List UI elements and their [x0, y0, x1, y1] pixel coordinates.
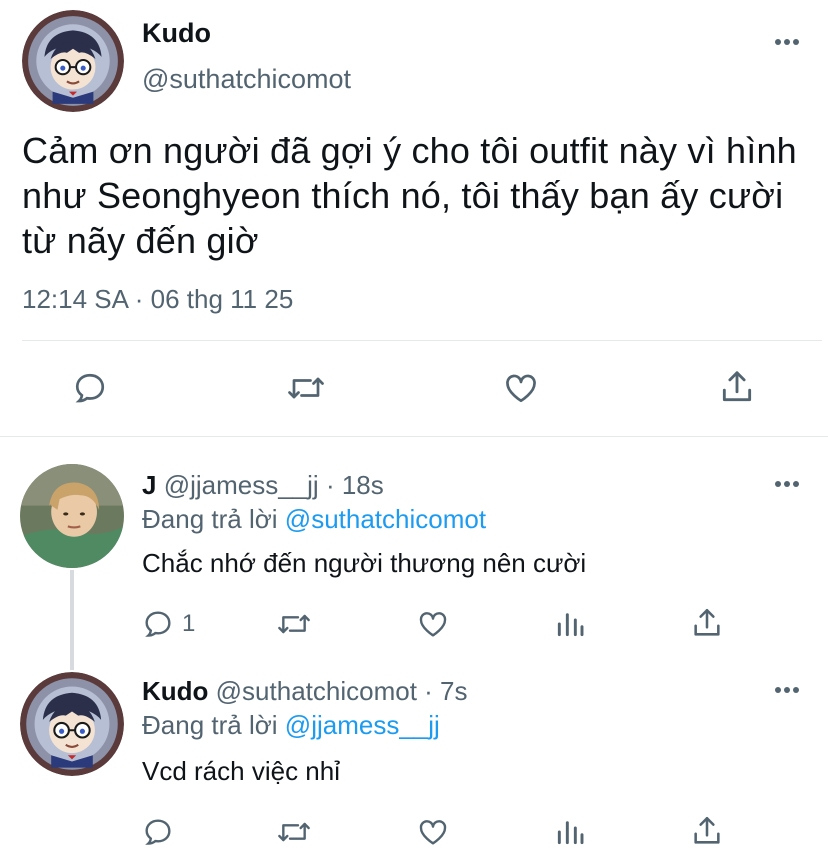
reply-time: · 18s	[325, 470, 384, 500]
author-name[interactable]: Kudo	[142, 18, 211, 49]
analytics-button[interactable]	[554, 608, 586, 640]
avatar-image	[20, 464, 124, 568]
retweet-button[interactable]	[276, 608, 312, 640]
avatar[interactable]	[20, 464, 124, 568]
author-name[interactable]: Kudo	[142, 676, 208, 706]
reply-count: 1	[182, 610, 196, 637]
author-name[interactable]: J	[142, 470, 156, 500]
reply-time: · 7s	[424, 676, 468, 706]
mention-link[interactable]: @jjamess__jj	[285, 710, 440, 740]
speech-bubble-icon	[145, 819, 171, 845]
replying-to: Đang trả lời @suthatchicomot	[142, 504, 486, 535]
avatar[interactable]	[22, 10, 124, 112]
speech-bubble-icon	[75, 373, 105, 403]
reply-button[interactable]	[142, 816, 174, 848]
share-button[interactable]	[690, 814, 724, 848]
heart-icon	[419, 612, 447, 637]
author-handle[interactable]: @jjamess__jj	[164, 470, 319, 500]
share-icon	[722, 371, 752, 402]
like-button[interactable]	[502, 370, 540, 406]
analytics-button[interactable]	[554, 816, 586, 848]
tweet-text: Cảm ơn người đã gợi ý cho tôi outfit này…	[22, 130, 797, 261]
thread-connector	[70, 570, 74, 670]
replying-prefix: Đang trả lời	[142, 504, 278, 534]
reply-button[interactable]: 1	[142, 608, 195, 640]
heart-icon	[419, 820, 447, 845]
more-options-icon[interactable]	[774, 480, 800, 488]
share-icon	[694, 608, 720, 636]
reply-text: Vcd rách việc nhỉ	[142, 756, 340, 786]
tweet-timestamp[interactable]: 12:14 SA · 06 thg 11 25	[22, 284, 293, 315]
reply-text: Chắc nhớ đến người thương nên cười	[142, 548, 587, 578]
more-options-icon[interactable]	[774, 38, 800, 46]
like-button[interactable]	[416, 608, 450, 640]
avatar[interactable]	[20, 672, 124, 776]
speech-bubble-icon	[145, 611, 171, 637]
bar-chart-icon	[557, 821, 584, 845]
retweet-button[interactable]	[286, 370, 326, 406]
reply-header: J @jjamess__jj · 18s	[142, 470, 384, 501]
like-button[interactable]	[416, 816, 450, 848]
bar-chart-icon	[557, 613, 584, 637]
heart-icon	[506, 374, 536, 403]
divider	[22, 340, 822, 341]
retweet-button[interactable]	[276, 816, 312, 848]
more-options-icon[interactable]	[774, 686, 800, 694]
section-divider	[0, 436, 828, 437]
author-handle[interactable]: @suthatchicomot	[216, 676, 417, 706]
author-handle[interactable]: @suthatchicomot	[142, 64, 351, 95]
mention-link[interactable]: @suthatchicomot	[285, 504, 486, 534]
replying-prefix: Đang trả lời	[142, 710, 278, 740]
retweet-icon	[288, 377, 324, 399]
reply-button[interactable]	[72, 370, 108, 406]
replying-to: Đang trả lời @jjamess__jj	[142, 710, 440, 741]
retweet-icon	[278, 822, 310, 842]
share-button[interactable]	[690, 606, 724, 640]
share-icon	[694, 816, 720, 844]
share-button[interactable]	[718, 368, 756, 406]
avatar-image	[22, 10, 124, 112]
retweet-icon	[278, 614, 310, 634]
avatar-image	[20, 672, 124, 776]
reply-header: Kudo @suthatchicomot · 7s	[142, 676, 468, 707]
